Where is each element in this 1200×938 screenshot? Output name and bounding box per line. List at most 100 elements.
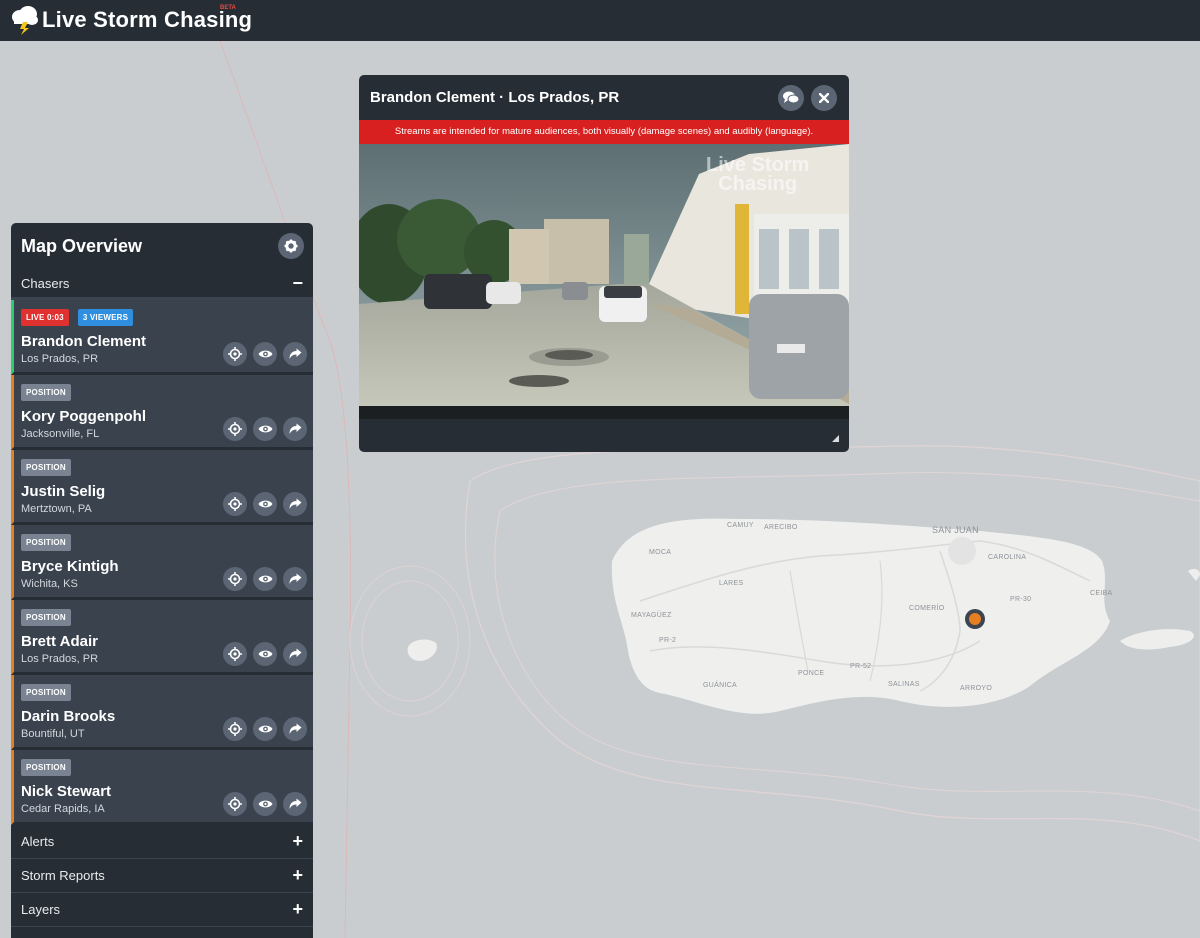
resize-handle[interactable]: [832, 435, 839, 442]
map-label: MOCA: [649, 549, 672, 556]
close-button[interactable]: [811, 84, 837, 111]
stream-window[interactable]: Brandon Clement · Los Prados, PR Streams…: [359, 75, 849, 452]
locate-button[interactable]: [223, 717, 247, 741]
chaser-name: Nick Stewart: [21, 783, 112, 800]
share-button[interactable]: [283, 492, 307, 516]
chaser-item[interactable]: POSITION Darin Brooks Bountiful, UT: [11, 675, 313, 750]
eye-icon: [258, 725, 272, 733]
map-overview-panel: Map Overview Chasers − LIVE 0:03 3 VIEWE…: [11, 223, 313, 938]
position-badge: POSITION: [21, 609, 71, 626]
locate-button[interactable]: [223, 567, 247, 591]
live-badge: LIVE 0:03: [21, 309, 69, 326]
map-label: CAMUY: [727, 522, 754, 529]
stream-window-header[interactable]: Brandon Clement · Los Prados, PR: [359, 75, 849, 120]
watch-button[interactable]: [253, 717, 277, 741]
share-button[interactable]: [283, 417, 307, 441]
alerts-section-header[interactable]: Alerts +: [11, 825, 313, 859]
share-icon: [289, 798, 301, 809]
settings-button[interactable]: [278, 233, 304, 259]
position-badge: POSITION: [21, 534, 71, 551]
chaser-item[interactable]: POSITION Bryce Kintigh Wichita, KS: [11, 525, 313, 600]
chaser-name: Kory Poggenpohl: [21, 408, 146, 425]
chaser-location: Jacksonville, FL: [21, 428, 100, 440]
chaser-item[interactable]: LIVE 0:03 3 VIEWERS Brandon Clement Los …: [11, 300, 313, 375]
section-label: Layers: [21, 902, 61, 917]
share-button[interactable]: [283, 792, 307, 816]
panel-title: Map Overview: [21, 235, 143, 256]
chaser-name: Darin Brooks: [21, 708, 116, 725]
chaser-name: Justin Selig: [21, 483, 106, 500]
crosshair-icon: [228, 572, 242, 586]
watch-button[interactable]: [253, 567, 277, 591]
mature-warning-banner: Streams are intended for mature audience…: [359, 120, 849, 144]
top-bar: Live Storm Chasing BETA: [0, 0, 1200, 41]
video-player[interactable]: Live Storm Chasing: [359, 144, 849, 419]
app-logo[interactable]: Live Storm Chasing: [10, 4, 252, 36]
crosshair-icon: [228, 722, 242, 736]
collapse-icon[interactable]: −: [292, 273, 303, 294]
share-button[interactable]: [283, 642, 307, 666]
locate-button[interactable]: [223, 342, 247, 366]
share-button[interactable]: [283, 342, 307, 366]
crosshair-icon: [228, 422, 242, 436]
map-label: PONCE: [798, 670, 825, 677]
position-badge: POSITION: [21, 459, 71, 476]
expand-icon[interactable]: +: [292, 865, 303, 886]
position-badge: POSITION: [21, 684, 71, 701]
eye-icon: [258, 500, 272, 508]
chaser-location: Bountiful, UT: [21, 728, 85, 740]
share-icon: [289, 423, 301, 434]
watch-button[interactable]: [253, 417, 277, 441]
map-label: ARECIBO: [764, 524, 798, 531]
chaser-location: Wichita, KS: [21, 578, 78, 590]
panel-header: Map Overview: [11, 223, 313, 269]
expand-icon[interactable]: +: [292, 831, 303, 852]
chaser-name: Brandon Clement: [21, 333, 147, 350]
chat-icon: [783, 91, 799, 103]
eye-icon: [258, 425, 272, 433]
chaser-item[interactable]: POSITION Kory Poggenpohl Jacksonville, F…: [11, 375, 313, 450]
position-badge: POSITION: [21, 384, 71, 401]
crosshair-icon: [228, 647, 242, 661]
stream-window-footer: [359, 419, 849, 452]
gear-icon: [284, 239, 298, 253]
chaser-location: Los Prados, PR: [21, 653, 99, 665]
chaser-item[interactable]: POSITION Justin Selig Mertztown, PA: [11, 450, 313, 525]
share-icon: [289, 348, 301, 359]
share-button[interactable]: [283, 717, 307, 741]
map-label: ARROYO: [960, 685, 993, 692]
locate-button[interactable]: [223, 417, 247, 441]
section-label: Alerts: [21, 834, 55, 849]
map-label: SAN JUAN: [932, 525, 979, 535]
close-icon: [819, 92, 829, 103]
map-label: PR-52: [850, 663, 872, 670]
locate-button[interactable]: [223, 792, 247, 816]
map-label: LARES: [719, 580, 744, 587]
share-icon: [289, 648, 301, 659]
watch-button[interactable]: [253, 642, 277, 666]
expand-icon[interactable]: +: [292, 899, 303, 920]
chaser-item[interactable]: POSITION Nick Stewart Cedar Rapids, IA: [11, 750, 313, 825]
chasers-section-header[interactable]: Chasers −: [11, 269, 313, 300]
storm-reports-section-header[interactable]: Storm Reports +: [11, 859, 313, 893]
share-icon: [289, 723, 301, 734]
share-icon: [289, 498, 301, 509]
stream-title: Brandon Clement · Los Prados, PR: [370, 89, 620, 106]
video-watermark: Live Storm Chasing: [706, 155, 809, 194]
watch-button[interactable]: [253, 792, 277, 816]
share-button[interactable]: [283, 567, 307, 591]
storm-cloud-icon: [12, 6, 38, 35]
chaser-item[interactable]: POSITION Brett Adair Los Prados, PR: [11, 600, 313, 675]
chat-button[interactable]: [778, 84, 804, 111]
crosshair-icon: [228, 797, 242, 811]
watch-button[interactable]: [253, 342, 277, 366]
chaser-location: Mertztown, PA: [21, 503, 92, 515]
locate-button[interactable]: [223, 492, 247, 516]
chaser-location: Los Prados, PR: [21, 353, 99, 365]
watch-button[interactable]: [253, 492, 277, 516]
viewers-badge: 3 VIEWERS: [77, 309, 134, 326]
beta-tag: BETA: [220, 5, 236, 11]
layers-section-header[interactable]: Layers +: [11, 893, 313, 927]
locate-button[interactable]: [223, 642, 247, 666]
map-label: PR-30: [1010, 596, 1032, 603]
